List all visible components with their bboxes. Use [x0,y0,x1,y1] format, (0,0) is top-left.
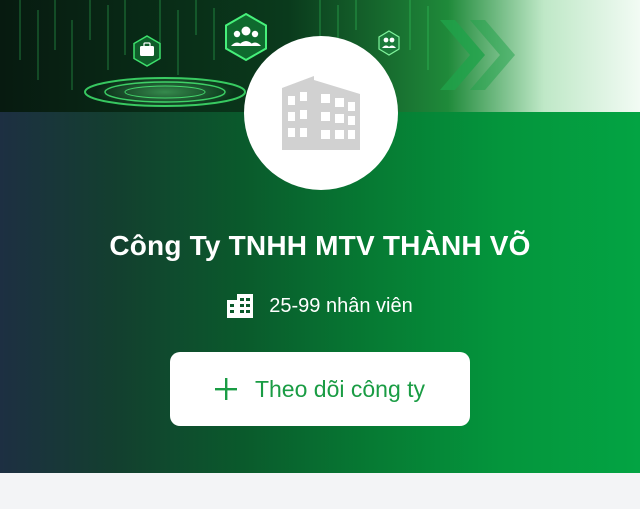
people-icon [378,30,400,56]
company-logo [244,36,398,190]
company-profile-page: Công Ty TNHH MTV THÀNH VÕ 25-99 nhân viê… [0,0,640,509]
employee-count: 25-99 nhân viên [0,292,640,320]
building-icon [282,76,360,150]
company-name: Công Ty TNHH MTV THÀNH VÕ [109,230,531,261]
company-cover: Công Ty TNHH MTV THÀNH VÕ 25-99 nhân viê… [0,0,640,473]
employee-count-label: 25-99 nhân viên [269,294,413,317]
building-icon [227,294,254,318]
briefcase-icon [133,35,161,67]
people-group-icon [225,12,267,62]
follow-button-label: Theo dõi công ty [254,375,426,402]
follow-company-button[interactable]: Theo dõi công ty [170,352,470,426]
plus-icon [214,378,237,400]
content-background [0,473,640,509]
